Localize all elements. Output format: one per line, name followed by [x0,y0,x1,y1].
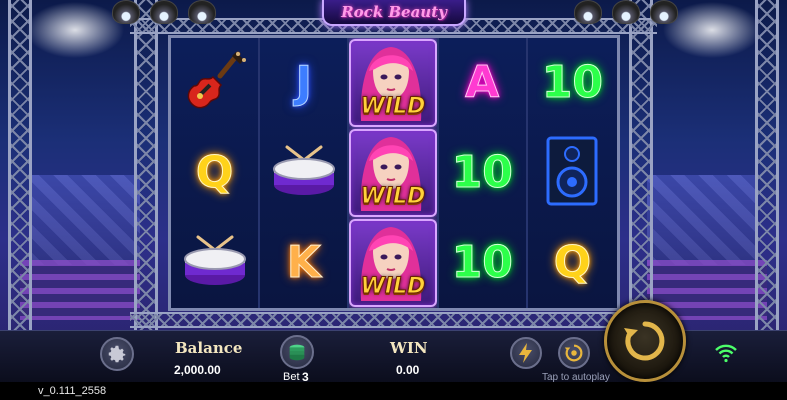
reel-cell: K [260,218,347,308]
symbol-letter: A [465,57,500,108]
reel-cell: WILD [349,128,437,218]
reel-cell [528,128,617,218]
reel-cell [260,128,347,218]
spin-icon [624,321,665,361]
symbol-letter: Q [195,147,234,198]
reel-cell: 10 [439,128,526,218]
version-label: v_0.111_2558 [38,385,107,397]
spotlight-icon [112,0,140,24]
autoplay-button[interactable] [558,337,590,369]
reel-1: Q [171,38,261,308]
truss-bottom [130,312,657,328]
symbol-letter: 10 [541,57,603,108]
guitar-icon [180,50,250,116]
speaker-icon [546,136,598,210]
stage-floor-right [647,175,757,265]
spotlight-icon [650,0,678,24]
wild-label: WILD [360,184,426,210]
reel-cell: WILD [349,38,437,128]
reel-5: 10 Q [527,38,617,308]
reel-2: J K [260,38,350,308]
reel-cell: 10 [439,218,526,308]
turbo-button[interactable] [510,337,542,369]
wild-symbol: WILD [349,219,437,307]
bet-button[interactable] [280,335,314,369]
reel-cell: 10 [528,38,617,128]
settings-button[interactable] [100,337,134,371]
spotlight-icon [612,0,640,24]
spin-button[interactable] [604,300,686,382]
symbol-letter: K [286,237,321,288]
win-value: 0.00 [396,363,420,377]
truss-left-inner [134,0,158,330]
reel-3: WILD WILD WILD [349,38,439,308]
reel-cell: Q [171,128,258,218]
symbol-letter: 10 [451,237,513,288]
reel-cell: Q [528,218,617,308]
stage-floor-left [30,175,140,265]
symbol-letter: J [295,57,312,108]
autoplay-icon [564,344,583,362]
lightning-icon [519,343,532,363]
reel-cell: WILD [349,218,437,308]
reel-grid: Q J K WILD WILD WILD A 10 10 10 Q [168,35,620,311]
truss-left-outer [8,0,32,330]
wild-label: WILD [360,274,426,300]
wild-symbol: WILD [349,129,437,217]
symbol-letter: 10 [451,147,513,198]
spotlight-icon [574,0,602,24]
stage-steps-left [20,260,140,320]
balance-label: Balance [175,339,243,357]
wifi-icon [715,344,737,363]
gear-icon [108,345,126,363]
drum-icon [180,233,250,293]
wild-symbol: WILD [349,39,437,127]
truss-right-outer [755,0,779,330]
balance-value: 2,000.00 [174,363,221,377]
coin-stack-icon [289,344,305,361]
spotlight-icon [188,0,216,24]
game-title: Rock Beauty [341,3,447,21]
drum-icon [269,143,339,203]
win-label: WIN [390,339,428,357]
wild-label: WILD [360,94,426,120]
reel-cell: J [260,38,347,128]
reel-cell [171,38,258,128]
symbol-letter: Q [553,237,592,288]
reel-cell [171,218,258,308]
spotlight-icon [150,0,178,24]
footer-strip [0,382,787,400]
reel-cell: A [439,38,526,128]
reel-4: A 10 10 [438,38,528,308]
truss-right-inner [629,0,653,330]
game-title-plate: Rock Beauty [322,0,466,26]
